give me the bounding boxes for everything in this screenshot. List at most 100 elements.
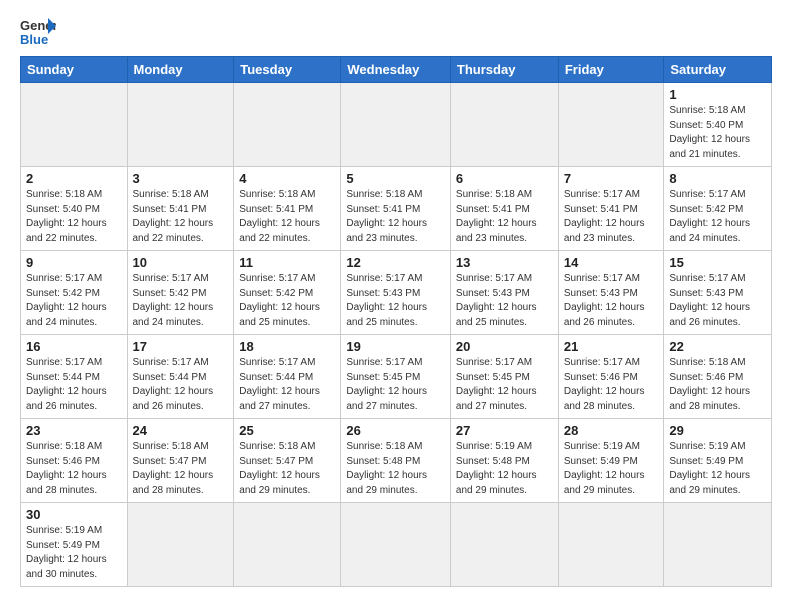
day-info: Sunrise: 5:18 AM Sunset: 5:40 PM Dayligh… <box>26 188 122 246</box>
calendar-cell: 2 Sunrise: 5:18 AM Sunset: 5:40 PM Daylig… <box>21 167 128 251</box>
day-info: Sunrise: 5:18 AM Sunset: 5:47 PM Dayligh… <box>239 440 335 498</box>
day-number: 13 <box>456 255 553 270</box>
calendar-header-saturday: Saturday <box>664 57 772 83</box>
day-info: Sunrise: 5:17 AM Sunset: 5:42 PM Dayligh… <box>669 188 766 246</box>
day-number: 25 <box>239 423 335 438</box>
calendar-week-2: 2 Sunrise: 5:18 AM Sunset: 5:40 PM Daylig… <box>21 167 772 251</box>
day-number: 12 <box>346 255 445 270</box>
calendar-cell: 11 Sunrise: 5:17 AM Sunset: 5:42 PM Dayli… <box>234 251 341 335</box>
calendar-cell <box>127 503 234 587</box>
calendar-cell <box>558 503 664 587</box>
day-info: Sunrise: 5:17 AM Sunset: 5:42 PM Dayligh… <box>239 272 335 330</box>
calendar-cell <box>127 83 234 167</box>
calendar-cell <box>341 503 451 587</box>
day-info: Sunrise: 5:17 AM Sunset: 5:42 PM Dayligh… <box>133 272 229 330</box>
day-info: Sunrise: 5:19 AM Sunset: 5:49 PM Dayligh… <box>669 440 766 498</box>
calendar-cell: 25 Sunrise: 5:18 AM Sunset: 5:47 PM Dayli… <box>234 419 341 503</box>
day-number: 10 <box>133 255 229 270</box>
day-number: 11 <box>239 255 335 270</box>
calendar-week-5: 23Sunrise: 5:18 AM Sunset: 5:46 PM Dayli… <box>21 419 772 503</box>
day-number: 14 <box>564 255 659 270</box>
calendar-week-3: 9 Sunrise: 5:17 AM Sunset: 5:42 PM Daylig… <box>21 251 772 335</box>
calendar-cell <box>450 83 558 167</box>
day-info: Sunrise: 5:17 AM Sunset: 5:42 PM Dayligh… <box>26 272 122 330</box>
day-info: Sunrise: 5:17 AM Sunset: 5:45 PM Dayligh… <box>456 356 553 414</box>
calendar-cell: 5 Sunrise: 5:18 AM Sunset: 5:41 PM Daylig… <box>341 167 451 251</box>
day-number: 2 <box>26 171 122 186</box>
calendar-header-row: SundayMondayTuesdayWednesdayThursdayFrid… <box>21 57 772 83</box>
day-info: Sunrise: 5:17 AM Sunset: 5:45 PM Dayligh… <box>346 356 445 414</box>
day-number: 28 <box>564 423 659 438</box>
calendar-cell: 4 Sunrise: 5:18 AM Sunset: 5:41 PM Daylig… <box>234 167 341 251</box>
calendar-cell <box>450 503 558 587</box>
calendar-cell: 30 Sunrise: 5:19 AM Sunset: 5:49 PM Dayli… <box>21 503 128 587</box>
calendar-cell: 14 Sunrise: 5:17 AM Sunset: 5:43 PM Dayli… <box>558 251 664 335</box>
calendar-cell: 26Sunrise: 5:18 AM Sunset: 5:48 PM Dayli… <box>341 419 451 503</box>
day-number: 5 <box>346 171 445 186</box>
day-number: 6 <box>456 171 553 186</box>
calendar-cell: 22Sunrise: 5:18 AM Sunset: 5:46 PM Dayli… <box>664 335 772 419</box>
day-info: Sunrise: 5:18 AM Sunset: 5:41 PM Dayligh… <box>133 188 229 246</box>
calendar-cell: 20 Sunrise: 5:17 AM Sunset: 5:45 PM Dayli… <box>450 335 558 419</box>
calendar-header-friday: Friday <box>558 57 664 83</box>
day-info: Sunrise: 5:18 AM Sunset: 5:41 PM Dayligh… <box>346 188 445 246</box>
calendar-cell: 24Sunrise: 5:18 AM Sunset: 5:47 PM Dayli… <box>127 419 234 503</box>
day-info: Sunrise: 5:18 AM Sunset: 5:48 PM Dayligh… <box>346 440 445 498</box>
day-number: 3 <box>133 171 229 186</box>
calendar-cell: 18 Sunrise: 5:17 AM Sunset: 5:44 PM Dayli… <box>234 335 341 419</box>
calendar-week-1: 1Sunrise: 5:18 AM Sunset: 5:40 PM Daylig… <box>21 83 772 167</box>
calendar-cell: 1Sunrise: 5:18 AM Sunset: 5:40 PM Daylig… <box>664 83 772 167</box>
calendar-header-thursday: Thursday <box>450 57 558 83</box>
calendar-cell <box>21 83 128 167</box>
calendar-cell: 13 Sunrise: 5:17 AM Sunset: 5:43 PM Dayli… <box>450 251 558 335</box>
calendar-cell: 29 Sunrise: 5:19 AM Sunset: 5:49 PM Dayli… <box>664 419 772 503</box>
day-number: 9 <box>26 255 122 270</box>
day-info: Sunrise: 5:17 AM Sunset: 5:43 PM Dayligh… <box>456 272 553 330</box>
day-number: 19 <box>346 339 445 354</box>
day-number: 18 <box>239 339 335 354</box>
day-info: Sunrise: 5:17 AM Sunset: 5:46 PM Dayligh… <box>564 356 659 414</box>
day-number: 17 <box>133 339 229 354</box>
logo: General Blue <box>20 16 56 46</box>
day-number: 20 <box>456 339 553 354</box>
day-number: 30 <box>26 507 122 522</box>
calendar-cell: 7Sunrise: 5:17 AM Sunset: 5:41 PM Daylig… <box>558 167 664 251</box>
calendar-cell <box>234 503 341 587</box>
day-info: Sunrise: 5:19 AM Sunset: 5:49 PM Dayligh… <box>564 440 659 498</box>
day-info: Sunrise: 5:18 AM Sunset: 5:41 PM Dayligh… <box>239 188 335 246</box>
day-info: Sunrise: 5:17 AM Sunset: 5:41 PM Dayligh… <box>564 188 659 246</box>
day-number: 23 <box>26 423 122 438</box>
day-number: 15 <box>669 255 766 270</box>
calendar-cell: 12Sunrise: 5:17 AM Sunset: 5:43 PM Dayli… <box>341 251 451 335</box>
calendar-cell: 21 Sunrise: 5:17 AM Sunset: 5:46 PM Dayli… <box>558 335 664 419</box>
calendar-cell: 8 Sunrise: 5:17 AM Sunset: 5:42 PM Daylig… <box>664 167 772 251</box>
calendar-cell: 3 Sunrise: 5:18 AM Sunset: 5:41 PM Daylig… <box>127 167 234 251</box>
day-number: 29 <box>669 423 766 438</box>
day-number: 8 <box>669 171 766 186</box>
day-info: Sunrise: 5:19 AM Sunset: 5:48 PM Dayligh… <box>456 440 553 498</box>
day-info: Sunrise: 5:18 AM Sunset: 5:46 PM Dayligh… <box>669 356 766 414</box>
calendar-cell: 15Sunrise: 5:17 AM Sunset: 5:43 PM Dayli… <box>664 251 772 335</box>
calendar-cell: 17 Sunrise: 5:17 AM Sunset: 5:44 PM Dayli… <box>127 335 234 419</box>
calendar-cell: 23Sunrise: 5:18 AM Sunset: 5:46 PM Dayli… <box>21 419 128 503</box>
day-info: Sunrise: 5:17 AM Sunset: 5:43 PM Dayligh… <box>564 272 659 330</box>
svg-text:Blue: Blue <box>20 32 48 46</box>
calendar-cell <box>341 83 451 167</box>
day-number: 1 <box>669 87 766 102</box>
calendar-cell: 19 Sunrise: 5:17 AM Sunset: 5:45 PM Dayli… <box>341 335 451 419</box>
day-number: 21 <box>564 339 659 354</box>
day-info: Sunrise: 5:19 AM Sunset: 5:49 PM Dayligh… <box>26 524 122 582</box>
calendar-week-6: 30 Sunrise: 5:19 AM Sunset: 5:49 PM Dayli… <box>21 503 772 587</box>
day-info: Sunrise: 5:18 AM Sunset: 5:47 PM Dayligh… <box>133 440 229 498</box>
calendar-week-4: 16 Sunrise: 5:17 AM Sunset: 5:44 PM Dayli… <box>21 335 772 419</box>
calendar-cell <box>234 83 341 167</box>
calendar-cell: 27Sunrise: 5:19 AM Sunset: 5:48 PM Dayli… <box>450 419 558 503</box>
day-info: Sunrise: 5:17 AM Sunset: 5:44 PM Dayligh… <box>239 356 335 414</box>
calendar-cell <box>558 83 664 167</box>
day-number: 4 <box>239 171 335 186</box>
day-number: 16 <box>26 339 122 354</box>
calendar-header-monday: Monday <box>127 57 234 83</box>
calendar-cell: 6Sunrise: 5:18 AM Sunset: 5:41 PM Daylig… <box>450 167 558 251</box>
day-info: Sunrise: 5:17 AM Sunset: 5:44 PM Dayligh… <box>133 356 229 414</box>
calendar-header-tuesday: Tuesday <box>234 57 341 83</box>
